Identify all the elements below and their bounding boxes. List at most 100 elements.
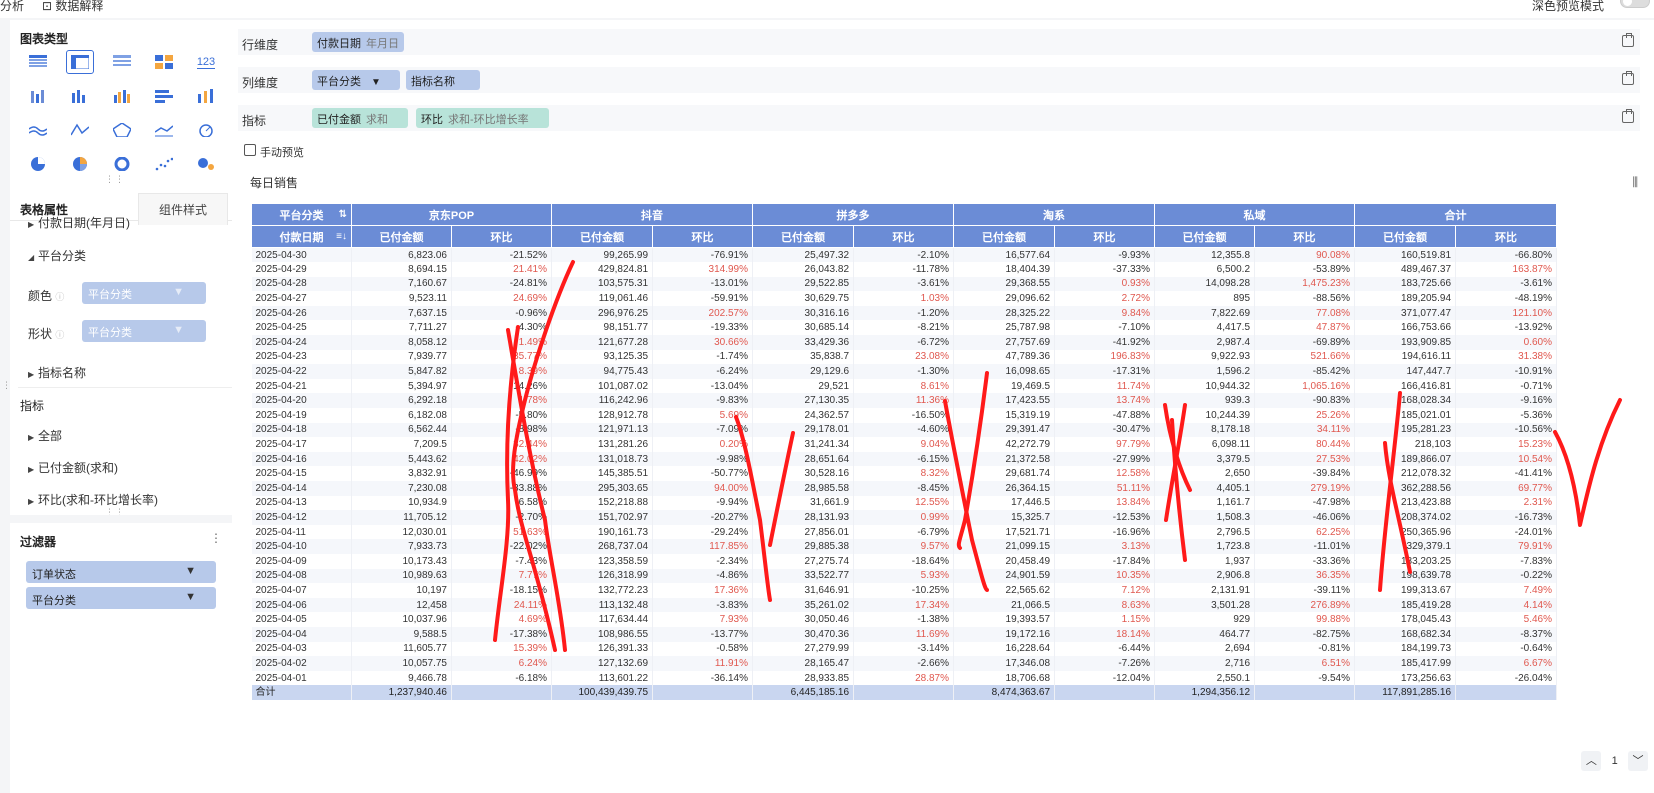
mom-cell[interactable]: 47.87%	[1254, 320, 1356, 336]
detail-table-icon[interactable]	[108, 50, 136, 74]
amount-cell[interactable]: 2,650	[1154, 466, 1256, 481]
mom-cell[interactable]: 1,475.23%	[1254, 276, 1356, 292]
mom-cell[interactable]: 32.44%	[451, 437, 553, 452]
mom-cell[interactable]: 8.32%	[853, 466, 955, 481]
mom-cell[interactable]: -82.75%	[1254, 626, 1356, 642]
mom-cell[interactable]: -10.25%	[853, 583, 955, 598]
amount-cell[interactable]: 27,856.01	[752, 524, 855, 540]
amount-cell[interactable]: 16,098.65	[953, 364, 1056, 379]
amount-cell[interactable]: 21,372.58	[953, 451, 1056, 467]
mom-cell[interactable]: 99.88%	[1254, 612, 1356, 627]
amount-cell[interactable]: 3,501.28	[1154, 597, 1256, 613]
amount-cell[interactable]: 151,702.97	[551, 510, 654, 525]
mom-cell[interactable]: -6.44%	[1054, 641, 1156, 657]
metric-item-all[interactable]: ▶ 全部	[28, 427, 62, 444]
mom-cell[interactable]: -4.86%	[652, 568, 754, 584]
date-cell[interactable]: 2025-04-14	[251, 481, 352, 496]
area-chart-icon[interactable]	[150, 118, 178, 142]
mom-cell[interactable]: -8.45%	[853, 481, 955, 496]
mom-cell[interactable]: 2.31%	[1455, 495, 1558, 511]
mom-cell[interactable]: -7.26%	[1054, 656, 1156, 671]
amount-cell[interactable]: 35,838.7	[752, 349, 855, 365]
amount-cell[interactable]: 329,379.1	[1354, 539, 1457, 554]
mom-cell[interactable]: -12.04%	[1054, 670, 1156, 686]
mom-cell[interactable]: -6.72%	[853, 335, 955, 350]
filter-icon[interactable]: ▼	[185, 591, 196, 603]
amount-cell[interactable]: 113,601.22	[551, 670, 654, 686]
metric-header[interactable]: 已付金额	[551, 225, 654, 248]
amount-cell[interactable]: 98,151.77	[551, 320, 654, 336]
amount-cell[interactable]: 101,087.02	[551, 378, 654, 394]
amount-cell[interactable]: 28,651.64	[752, 451, 855, 467]
amount-cell[interactable]: 28,131.93	[752, 510, 855, 525]
line-chart-icon[interactable]	[66, 118, 94, 142]
amount-cell[interactable]: 29,096.62	[953, 291, 1056, 306]
mom-cell[interactable]: -6.58%	[451, 495, 553, 511]
amount-cell[interactable]: 168,682.34	[1354, 626, 1457, 642]
mom-cell[interactable]: -7.43%	[451, 553, 553, 569]
mom-cell[interactable]: 9.57%	[853, 539, 955, 554]
mom-cell[interactable]: 314.99%	[652, 262, 754, 277]
filter-order-status[interactable]: 订单状态 ▼	[26, 561, 216, 583]
mom-cell[interactable]: 28.87%	[853, 670, 955, 686]
col-pill-platform[interactable]: 平台分类 ▼	[312, 70, 400, 90]
amount-cell[interactable]: 28,325.22	[953, 305, 1056, 321]
metric-header[interactable]: 已付金额	[351, 225, 452, 248]
amount-cell[interactable]: 3,379.5	[1154, 451, 1256, 467]
mom-cell[interactable]: -2.66%	[853, 656, 955, 671]
amount-cell[interactable]: 24,901.59	[953, 568, 1056, 584]
area-line-icon[interactable]	[24, 118, 52, 142]
mom-cell[interactable]: 90.08%	[1254, 247, 1356, 263]
amount-cell[interactable]: 21,066.5	[953, 597, 1056, 613]
amount-cell[interactable]: 193,909.85	[1354, 335, 1457, 350]
mom-cell[interactable]: 36.35%	[1254, 568, 1356, 584]
date-cell[interactable]: 2025-04-21	[251, 378, 352, 394]
amount-cell[interactable]: 25,497.32	[752, 247, 855, 263]
mom-cell[interactable]: -0.58%	[652, 641, 754, 657]
metric-item-mom[interactable]: ▶ 环比(求和-环比增长率)	[28, 491, 158, 508]
amount-cell[interactable]: 213,423.88	[1354, 495, 1457, 511]
amount-cell[interactable]: 145,385.51	[551, 466, 654, 481]
mom-cell[interactable]: -13.77%	[652, 626, 754, 642]
amount-cell[interactable]: 9,466.78	[351, 670, 452, 686]
amount-cell[interactable]: 28,933.85	[752, 670, 855, 686]
amount-cell[interactable]: 7,230.08	[351, 481, 452, 496]
mom-cell[interactable]: 11.74%	[1054, 378, 1156, 394]
amount-cell[interactable]: 152,218.88	[551, 495, 654, 511]
amount-cell[interactable]: 29,885.38	[752, 539, 855, 554]
mom-cell[interactable]: -59.91%	[652, 291, 754, 306]
filter-icon[interactable]: ▼	[185, 565, 196, 577]
tree-item-metric-name[interactable]: ▶ 指标名称	[28, 364, 86, 381]
mom-cell[interactable]: -48.19%	[1455, 291, 1558, 306]
mom-cell[interactable]: -53.89%	[1254, 262, 1356, 277]
amount-cell[interactable]: 189,866.07	[1354, 451, 1457, 467]
amount-cell[interactable]: 16,228.64	[953, 641, 1056, 657]
mom-cell[interactable]: 25.26%	[1254, 408, 1356, 423]
mom-cell[interactable]: -66.80%	[1455, 247, 1558, 263]
amount-cell[interactable]: 6,562.44	[351, 422, 452, 438]
amount-cell[interactable]: 1,508.3	[1154, 510, 1256, 525]
mom-cell[interactable]: 8.39%	[451, 364, 553, 379]
amount-cell[interactable]: 33,522.77	[752, 568, 855, 584]
platform-header[interactable]: 抖音	[551, 203, 754, 226]
mom-cell[interactable]: -26.04%	[1455, 670, 1558, 686]
date-cell[interactable]: 2025-04-23	[251, 349, 352, 365]
amount-cell[interactable]: 12,030.01	[351, 524, 452, 540]
mom-cell[interactable]: 0.93%	[1054, 276, 1156, 292]
mom-cell[interactable]: 51.63%	[451, 524, 553, 540]
mom-cell[interactable]: -20.27%	[652, 510, 754, 525]
metric-header[interactable]: 已付金额	[953, 225, 1056, 248]
gauge-chart-icon[interactable]	[192, 118, 220, 142]
mom-cell[interactable]: -18.64%	[853, 553, 955, 569]
amount-cell[interactable]: 126,391.33	[551, 641, 654, 657]
mom-cell[interactable]: -17.31%	[1054, 364, 1156, 379]
amount-cell[interactable]: 131,281.26	[551, 437, 654, 452]
amount-cell[interactable]: 362,288.56	[1354, 481, 1457, 496]
mom-cell[interactable]: 9.84%	[1054, 305, 1156, 321]
metric-pill-mom[interactable]: 环比 求和-环比增长率	[416, 108, 549, 128]
mom-cell[interactable]: -46.06%	[1254, 510, 1356, 525]
dark-preview-toggle[interactable]	[1620, 0, 1650, 8]
amount-cell[interactable]: 218,103	[1354, 437, 1457, 452]
mom-cell[interactable]: -24.01%	[1455, 524, 1558, 540]
data-explain-button[interactable]: ⊡ 数据解释	[42, 0, 103, 14]
